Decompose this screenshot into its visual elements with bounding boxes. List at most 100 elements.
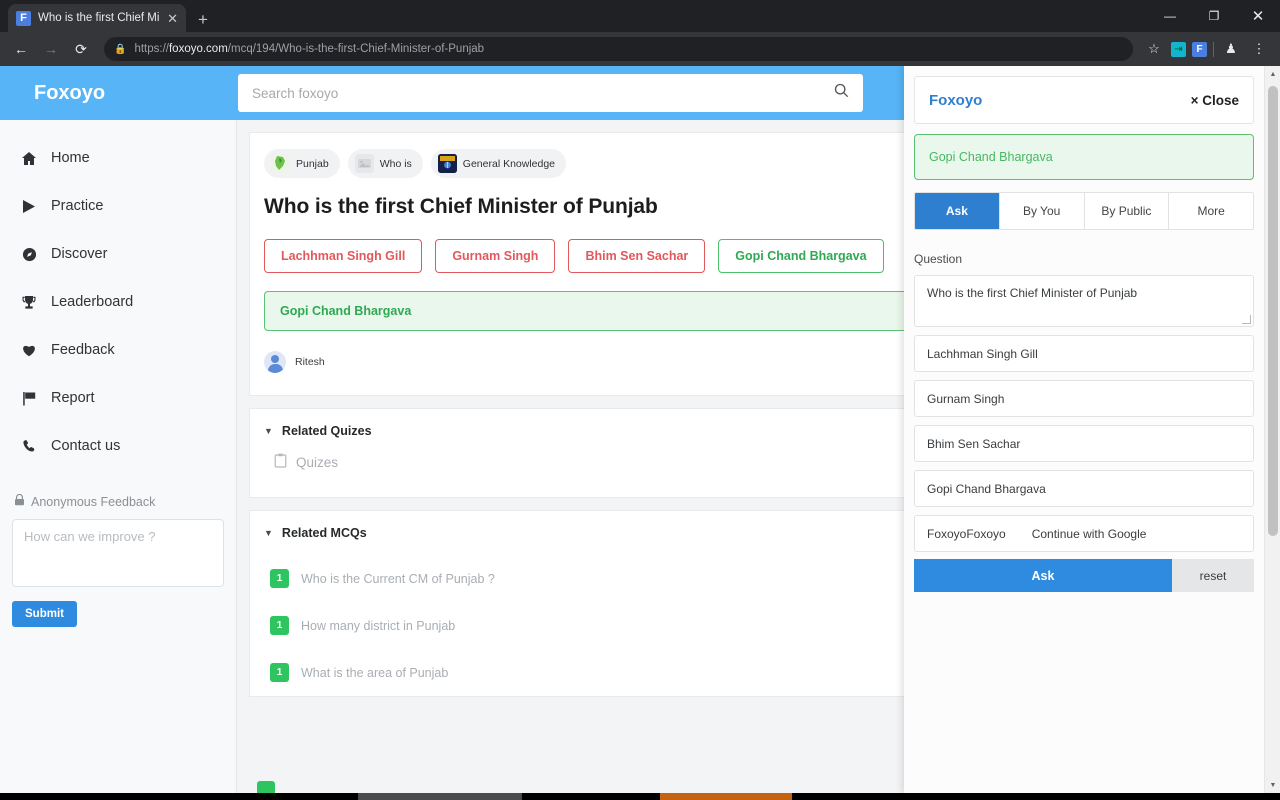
google-signin-row[interactable]: FoxoyoFoxoyo Continue with Google bbox=[914, 515, 1254, 552]
tab-title: Who is the first Chief Minister of bbox=[38, 12, 160, 24]
sidebar-item-label: Report bbox=[51, 390, 95, 406]
count-badge: 1 bbox=[270, 569, 289, 588]
option-button[interactable]: Bhim Sen Sachar bbox=[568, 239, 705, 273]
feedback-submit-button[interactable]: Submit bbox=[12, 601, 77, 627]
minimize-button[interactable]: — bbox=[1148, 0, 1192, 32]
chevron-down-icon: ▼ bbox=[264, 426, 273, 436]
sidebar-item-label: Contact us bbox=[51, 438, 120, 454]
panel-brand: Foxoyo bbox=[929, 92, 982, 109]
new-tab-button[interactable]: + bbox=[198, 11, 208, 28]
window-close-button[interactable]: ✕ bbox=[1236, 0, 1280, 32]
reload-icon[interactable]: ⟳ bbox=[68, 36, 94, 62]
star-icon[interactable]: ☆ bbox=[1143, 38, 1165, 60]
foxoyo-extension-icon[interactable]: F bbox=[1192, 42, 1207, 57]
flag-icon bbox=[20, 391, 38, 406]
author-name: Ritesh bbox=[295, 356, 325, 368]
scrollbar-thumb[interactable] bbox=[1268, 86, 1278, 536]
sidebar-item-leaderboard[interactable]: Leaderboard bbox=[0, 278, 236, 326]
lock-icon: 🔒 bbox=[114, 44, 126, 55]
panel-tabs: Ask By You By Public More bbox=[914, 192, 1254, 230]
panel-answer-banner: Gopi Chand Bhargava bbox=[914, 134, 1254, 180]
option-field-4[interactable]: Gopi Chand Bhargava bbox=[914, 470, 1254, 507]
address-bar[interactable]: 🔒 https://foxoyo.com/mcq/194/Who-is-the-… bbox=[104, 37, 1133, 61]
sidebar-item-feedback[interactable]: Feedback bbox=[0, 326, 236, 374]
close-icon: × bbox=[1191, 93, 1199, 108]
panel-header: Foxoyo × Close bbox=[914, 76, 1254, 124]
heart-icon bbox=[20, 343, 38, 357]
close-icon[interactable]: ✕ bbox=[167, 12, 178, 25]
browser-window: F Who is the first Chief Minister of ✕ +… bbox=[0, 0, 1280, 800]
image-placeholder-icon bbox=[355, 154, 374, 173]
search-input[interactable] bbox=[252, 86, 834, 101]
panel-close-label: Close bbox=[1202, 93, 1239, 108]
option-button[interactable]: Gurnam Singh bbox=[435, 239, 555, 273]
play-icon bbox=[20, 199, 38, 214]
sidebar-item-contact-us[interactable]: Contact us bbox=[0, 422, 236, 470]
toolbar-icons: ☆ ⇥ F ♟ ⋮ bbox=[1143, 38, 1272, 60]
forward-icon[interactable]: → bbox=[38, 36, 64, 62]
option-button[interactable]: Lachhman Singh Gill bbox=[264, 239, 422, 273]
punjab-map-icon bbox=[271, 154, 290, 173]
mcq-title: What is the area of Punjab bbox=[301, 666, 448, 680]
breadcrumb-item-general-knowledge[interactable]: General Knowledge bbox=[431, 149, 566, 178]
tab-by-public[interactable]: By Public bbox=[1084, 193, 1169, 229]
breadcrumb-label: Punjab bbox=[296, 158, 329, 170]
incognito-icon[interactable]: ♟ bbox=[1220, 38, 1242, 60]
clipboard-icon bbox=[274, 453, 287, 471]
foxoyo-extension-panel: Foxoyo × Close Gopi Chand Bhargava Ask B… bbox=[904, 66, 1264, 793]
extension-icon[interactable]: ⇥ bbox=[1171, 42, 1186, 57]
window-controls: — ❐ ✕ bbox=[1148, 0, 1280, 32]
option-field-1[interactable]: Lachhman Singh Gill bbox=[914, 335, 1254, 372]
feedback-textarea[interactable]: How can we improve ? bbox=[12, 519, 224, 587]
site-brand[interactable]: Foxoyo bbox=[0, 82, 238, 105]
question-textarea[interactable]: Who is the first Chief Minister of Punja… bbox=[914, 275, 1254, 327]
browser-tab[interactable]: F Who is the first Chief Minister of ✕ bbox=[8, 4, 186, 32]
chrome-menu-icon[interactable]: ⋮ bbox=[1248, 38, 1270, 60]
foxoyo-account-label: FoxoyoFoxoyo bbox=[927, 527, 1006, 541]
tab-by-you[interactable]: By You bbox=[999, 193, 1084, 229]
chevron-down-icon: ▼ bbox=[264, 528, 273, 538]
option-button-correct[interactable]: Gopi Chand Bhargava bbox=[718, 239, 883, 273]
overflow-badge bbox=[257, 781, 275, 793]
page-viewport: Foxoyo Home bbox=[0, 66, 1280, 793]
breadcrumb-item-punjab[interactable]: Punjab bbox=[264, 149, 340, 178]
sidebar-item-home[interactable]: Home bbox=[0, 134, 236, 182]
question-field-label: Question bbox=[914, 252, 1254, 266]
option-field-2[interactable]: Gurnam Singh bbox=[914, 380, 1254, 417]
tab-strip: F Who is the first Chief Minister of ✕ +… bbox=[0, 0, 1280, 32]
browser-toolbar: ← → ⟳ 🔒 https://foxoyo.com/mcq/194/Who-i… bbox=[0, 32, 1280, 66]
scroll-up-icon[interactable]: ▲ bbox=[1265, 66, 1280, 82]
sidebar-item-label: Practice bbox=[51, 198, 103, 214]
option-field-3[interactable]: Bhim Sen Sachar bbox=[914, 425, 1254, 462]
ask-button[interactable]: Ask bbox=[914, 559, 1172, 592]
sidebar-item-discover[interactable]: Discover bbox=[0, 230, 236, 278]
panel-close-button[interactable]: × Close bbox=[1191, 93, 1239, 108]
sidebar-item-label: Home bbox=[51, 150, 90, 166]
foxoyo-favicon: F bbox=[16, 11, 31, 26]
search-icon[interactable] bbox=[834, 83, 849, 103]
general-knowledge-icon bbox=[438, 154, 457, 173]
vertical-scrollbar[interactable]: ▲ ▼ bbox=[1264, 66, 1280, 793]
tab-ask[interactable]: Ask bbox=[915, 193, 999, 229]
back-icon[interactable]: ← bbox=[8, 36, 34, 62]
scroll-down-icon[interactable]: ▼ bbox=[1265, 777, 1280, 793]
section-title: Related Quizes bbox=[282, 424, 372, 438]
url-text: https://foxoyo.com/mcq/194/Who-is-the-fi… bbox=[134, 43, 484, 55]
taskbar-segment-orange bbox=[660, 793, 792, 800]
breadcrumb-item-who-is[interactable]: Who is bbox=[348, 149, 423, 178]
maximize-button[interactable]: ❐ bbox=[1192, 0, 1236, 32]
phone-icon bbox=[20, 439, 38, 454]
anonymous-feedback-label: Anonymous Feedback bbox=[31, 495, 155, 509]
section-title: Related MCQs bbox=[282, 526, 367, 540]
sidebar-item-practice[interactable]: Practice bbox=[0, 182, 236, 230]
continue-with-google-label[interactable]: Continue with Google bbox=[1032, 527, 1147, 541]
sidebar-item-label: Leaderboard bbox=[51, 294, 133, 310]
search-bar[interactable] bbox=[238, 74, 863, 112]
quizes-empty-label: Quizes bbox=[296, 455, 338, 470]
reset-button[interactable]: reset bbox=[1172, 559, 1254, 592]
anonymous-feedback-block: Anonymous Feedback How can we improve ? … bbox=[0, 494, 236, 627]
sidebar-item-report[interactable]: Report bbox=[0, 374, 236, 422]
os-taskbar bbox=[0, 793, 1280, 800]
avatar bbox=[264, 351, 286, 373]
tab-more[interactable]: More bbox=[1168, 193, 1253, 229]
